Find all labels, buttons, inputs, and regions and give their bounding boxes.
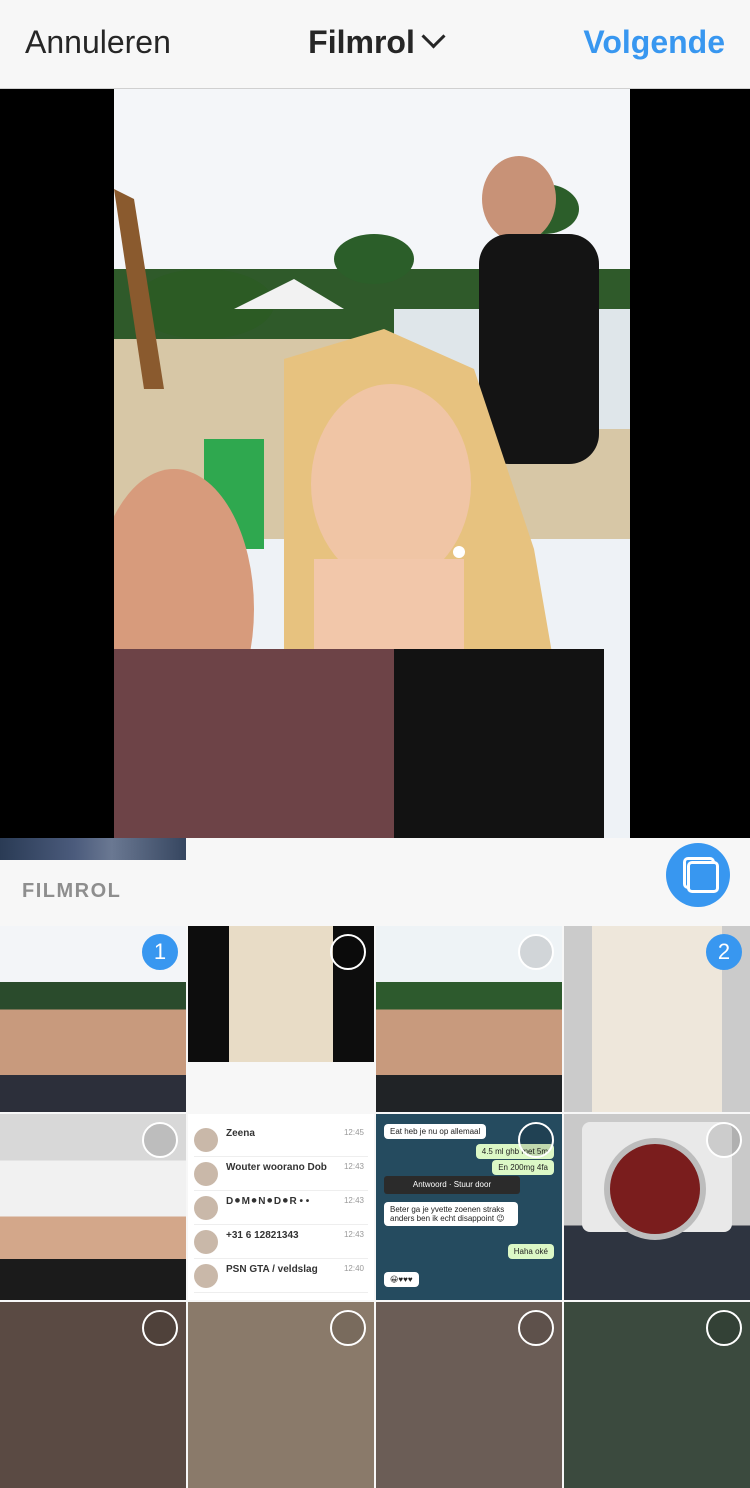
selection-circle <box>330 1310 366 1346</box>
selection-circle <box>706 1310 742 1346</box>
avatar <box>194 1264 218 1288</box>
selection-circle <box>518 1310 554 1346</box>
next-button[interactable]: Volgende <box>583 24 725 61</box>
grid-photo-chat-list[interactable]: Zeena 12:45 Wouter woorano Dob 12:43 D⚫M⚫N… <box>188 1114 374 1300</box>
grid-photo[interactable] <box>0 1114 186 1300</box>
chat-name: Wouter woorano Dob <box>226 1162 327 1173</box>
selection-circle <box>518 1122 554 1158</box>
message-bubble: 😀♥♥♥ <box>384 1272 419 1287</box>
grid-photo[interactable] <box>0 1302 186 1488</box>
album-title: Filmrol <box>308 24 415 60</box>
selection-circle <box>142 1310 178 1346</box>
selection-circle <box>330 934 366 970</box>
selfie-illustration <box>114 89 630 838</box>
chat-name: D⚫M⚫N⚫D⚫R • • <box>226 1196 310 1207</box>
photo-grid: 1 2 Zeena 12:45 Wouter woorano Dob 12:43 D… <box>0 926 750 1488</box>
chat-row: +31 6 12821343 12:43 <box>194 1228 368 1259</box>
selection-number: 1 <box>142 934 178 970</box>
chat-time: 12:45 <box>343 1128 364 1137</box>
message-bubble: Beter ga je yvette zoenen straks anders … <box>384 1202 518 1226</box>
section-label: FILMROL <box>22 880 122 902</box>
selected-photo <box>114 89 630 838</box>
grid-photo[interactable] <box>376 1302 562 1488</box>
message-bubble: Haha oké <box>507 1244 554 1259</box>
photo-preview[interactable] <box>0 89 750 907</box>
select-multiple-button[interactable] <box>666 843 730 907</box>
avatar <box>194 1230 218 1254</box>
thumbnail-strip <box>0 838 186 860</box>
navigation-header: Annuleren Filmrol Volgende <box>0 0 750 89</box>
chevron-down-icon <box>421 24 446 49</box>
avatar <box>194 1162 218 1186</box>
chat-row: Zeena 12:45 <box>194 1126 368 1157</box>
selection-circle <box>706 1122 742 1158</box>
chat-time: 12:43 <box>343 1196 364 1205</box>
message-bubble: En 200mg 4fa <box>492 1160 554 1175</box>
message-actions: Antwoord · Stuur door <box>384 1176 520 1194</box>
grid-photo[interactable] <box>188 1302 374 1488</box>
grid-photo[interactable] <box>564 1114 750 1300</box>
chat-row: PSN GTA / veldslag 12:40 <box>194 1262 368 1293</box>
multiple-squares-icon-front <box>687 861 719 893</box>
chat-time: 12:43 <box>343 1230 364 1239</box>
thumbnail-footer <box>188 1062 374 1112</box>
chat-name: PSN GTA / veldslag <box>226 1264 318 1275</box>
avatar <box>194 1128 218 1152</box>
grid-photo[interactable]: 1 <box>0 926 186 1112</box>
grid-photo-chat-conversation[interactable]: Eat heb je nu op allemaal 4.5 ml ghb met… <box>376 1114 562 1300</box>
grid-photo[interactable] <box>564 1302 750 1488</box>
forward-action: Stuur door <box>453 1180 492 1189</box>
chat-list-preview: Zeena 12:45 Wouter woorano Dob 12:43 D⚫M⚫N… <box>188 1114 374 1300</box>
chat-name: +31 6 12821343 <box>226 1230 299 1241</box>
selection-number: 2 <box>706 934 742 970</box>
grid-photo[interactable]: 2 <box>564 926 750 1112</box>
chat-time: 12:43 <box>343 1162 364 1171</box>
selection-circle <box>518 934 554 970</box>
message-bubble: Eat heb je nu op allemaal <box>384 1124 487 1139</box>
grid-photo[interactable] <box>188 926 374 1112</box>
selection-circle <box>142 1122 178 1158</box>
chat-row: D⚫M⚫N⚫D⚫R • • 12:43 <box>194 1194 368 1225</box>
chat-name: Zeena <box>226 1128 255 1139</box>
avatar <box>194 1196 218 1220</box>
grid-photo[interactable] <box>376 926 562 1112</box>
chat-row: Wouter woorano Dob 12:43 <box>194 1160 368 1191</box>
chat-time: 12:40 <box>343 1264 364 1273</box>
reply-action: Antwoord <box>412 1180 447 1189</box>
machine-door <box>604 1138 706 1240</box>
